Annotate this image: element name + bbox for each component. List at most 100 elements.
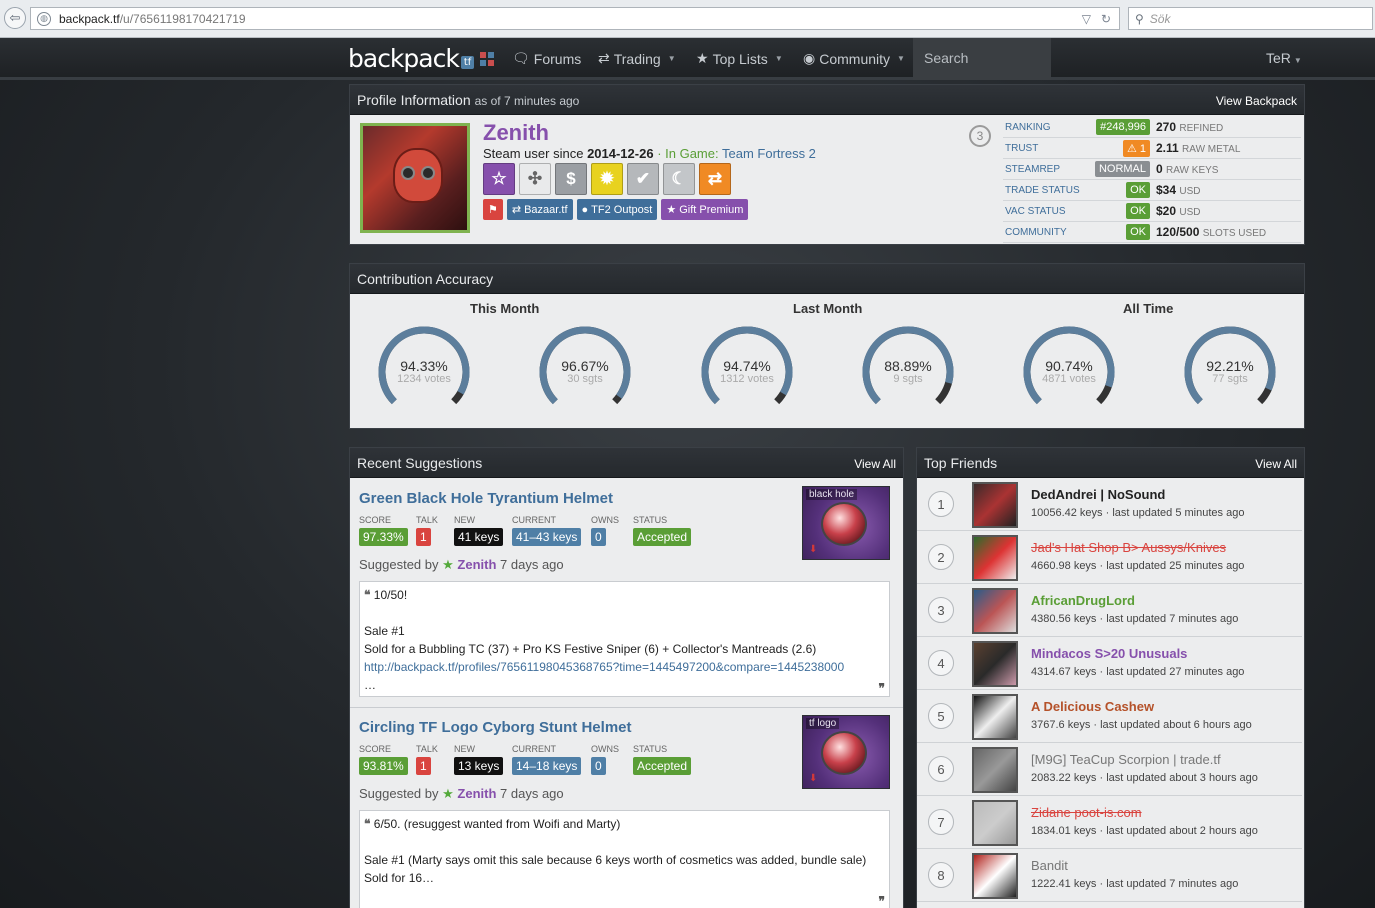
meta-value[interactable]: 14–18 keys (512, 757, 582, 775)
meta-value[interactable]: 41–43 keys (512, 528, 582, 546)
stat-badge[interactable]: NORMAL (1094, 161, 1150, 177)
stat-badge[interactable]: #248,996 (1096, 119, 1150, 135)
nav-forums[interactable]: 🗨 Forums (512, 50, 581, 67)
check-icon[interactable]: ✔ (627, 163, 659, 195)
item-thumbnail[interactable]: black hole ⬇ (802, 486, 890, 560)
stat-badge[interactable]: OK (1126, 182, 1150, 198)
comment-link[interactable]: http://backpack.tf/profiles/765611980453… (364, 660, 844, 674)
friend-name[interactable]: DedAndrei | NoSound (1031, 487, 1165, 502)
back-button[interactable]: ⇦ (4, 7, 26, 29)
nav-top-lists[interactable]: ★ Top Lists ▼ (696, 50, 783, 67)
friends-view-all[interactable]: View All (1255, 457, 1297, 477)
stat-row: Ranking #248,996 270 Refined (1003, 117, 1301, 138)
meta-header: Status (633, 744, 668, 754)
thumbnail-label: black hole (806, 489, 858, 500)
meta-value[interactable]: 93.81% (359, 757, 408, 775)
friend-row[interactable]: 7 Zidane poot-is.com 1834.01 keys · last u… (917, 796, 1302, 849)
friend-rank: 1 (928, 491, 954, 517)
friend-avatar[interactable] (972, 482, 1018, 528)
tag-0[interactable]: ⚑ (483, 199, 503, 220)
divider (350, 707, 903, 708)
suggested-by: Suggested by ★ Zenith 7 days ago (359, 786, 564, 801)
gauge-votes: 77 sgts (1212, 373, 1248, 385)
game-link[interactable]: Team Fortress 2 (722, 146, 816, 161)
nav-trading[interactable]: ⇄ Trading ▼ (598, 50, 676, 67)
user-menu[interactable]: TeR ▼ (1266, 50, 1302, 66)
meta-value[interactable]: 0 (591, 757, 606, 775)
meta-value[interactable]: 1 (416, 528, 431, 546)
crosshair-icon[interactable]: ✣ (519, 163, 551, 195)
address-bar[interactable]: ◍ backpack.tf/u/76561198170421719 ▽ ↻ (30, 7, 1120, 30)
meta-value[interactable]: 13 keys (454, 757, 504, 775)
moon-icon[interactable]: ☾ (663, 163, 695, 195)
suggestions-view-all[interactable]: View All (854, 457, 896, 477)
nav-community[interactable]: ◉ Community ▼ (803, 50, 905, 67)
tag-label: TF2 Outpost (591, 203, 653, 216)
friend-name[interactable]: A Delicious Cashew (1031, 699, 1154, 714)
friend-row[interactable]: 8 Bandit 1222.41 keys · last updated 7 min… (917, 849, 1302, 902)
meta-value[interactable]: 1 (416, 757, 431, 775)
stat-badge[interactable]: OK (1126, 203, 1150, 219)
meta-value[interactable]: 97.33% (359, 528, 408, 546)
exchange-icon: ⇄ (598, 50, 610, 66)
comment-line: Sold for 16… (364, 871, 435, 885)
friend-row[interactable]: 3 AfricanDrugLord 4380.56 keys · last upda… (917, 584, 1302, 637)
site-logo[interactable]: backpack tf (348, 44, 475, 73)
meta-value[interactable]: Accepted (633, 757, 692, 775)
item-thumbnail[interactable]: tf logo ⬇ (802, 715, 890, 789)
friend-avatar[interactable] (972, 588, 1018, 634)
apps-grid-icon[interactable] (480, 52, 494, 66)
friend-name[interactable]: Zidane poot-is.com (1031, 805, 1142, 820)
suggester-name[interactable]: Zenith (457, 786, 496, 801)
col-this-month: This Month (470, 301, 540, 316)
profile-name[interactable]: Zenith (483, 120, 549, 146)
friend-name[interactable]: Mindacos S>20 Unusuals (1031, 646, 1187, 661)
tag-3[interactable]: ★ Gift Premium (661, 199, 749, 220)
friend-avatar[interactable] (972, 535, 1018, 581)
stat-badge[interactable]: ⚠ 1 (1122, 139, 1150, 157)
friend-avatar[interactable] (972, 747, 1018, 793)
friend-avatar[interactable] (972, 800, 1018, 846)
friend-name[interactable]: Bandit (1031, 858, 1068, 873)
helmet-image (821, 731, 867, 775)
avatar[interactable] (360, 123, 470, 233)
view-backpack-link[interactable]: View Backpack (1216, 94, 1297, 114)
friend-keys: 4380.56 keys (1031, 613, 1097, 625)
dollar-icon[interactable]: $ (555, 163, 587, 195)
meta-value[interactable]: 41 keys (454, 528, 504, 546)
friend-name[interactable]: Jad's Hat Shop B> Aussys/Knives (1031, 540, 1226, 555)
exchange-icon[interactable]: ⇄ (699, 163, 731, 195)
friend-name[interactable]: [M9G] TeaCup Scorpion | trade.tf (1031, 752, 1221, 767)
friend-avatar[interactable] (972, 694, 1018, 740)
friend-rank: 5 (928, 703, 954, 729)
dropdown-icon[interactable]: ▽ (1082, 12, 1091, 26)
friend-avatar[interactable] (972, 641, 1018, 687)
panel-title: Profile Information (357, 92, 471, 108)
friend-name[interactable]: AfricanDrugLord (1031, 593, 1135, 608)
site-search-input[interactable]: Search (913, 38, 1051, 80)
suggester-name[interactable]: Zenith (457, 557, 496, 572)
friend-row[interactable]: 6 [M9G] TeaCup Scorpion | trade.tf 2083.22… (917, 743, 1302, 796)
star-outline-icon[interactable]: ☆ (483, 163, 515, 195)
tag-2[interactable]: ● TF2 Outpost (576, 199, 658, 220)
sun-icon[interactable]: ✹ (591, 163, 623, 195)
friend-avatar[interactable] (972, 853, 1018, 899)
friend-updated: last updated 7 minutes ago (1106, 613, 1239, 625)
friend-keys: 4314.67 keys (1031, 666, 1097, 678)
friend-row[interactable]: 2 Jad's Hat Shop B> Aussys/Knives 4660.98 … (917, 531, 1302, 584)
meta-talk: Talk 1 (416, 515, 454, 546)
meta-value[interactable]: Accepted (633, 528, 692, 546)
meta-current: Current 14–18 keys (512, 744, 591, 775)
friend-row[interactable]: 1 DedAndrei | NoSound 10056.42 keys · last… (917, 478, 1302, 531)
suggestion-title[interactable]: Circling TF Logo Cyborg Stunt Helmet (359, 719, 632, 736)
reload-icon[interactable]: ↻ (1101, 12, 1111, 26)
tag-1[interactable]: ⇄ Bazaar.tf (506, 199, 573, 220)
suggestion-title[interactable]: Green Black Hole Tyrantium Helmet (359, 490, 613, 507)
browser-search-input[interactable]: ⚲ Sök (1128, 7, 1373, 30)
meta-value[interactable]: 0 (591, 528, 606, 546)
meta-header: Owns (591, 515, 619, 525)
friend-row[interactable]: 4 Mindacos S>20 Unusuals 4314.67 keys · la… (917, 637, 1302, 690)
suggested-by: Suggested by ★ Zenith 7 days ago (359, 557, 564, 572)
stat-badge[interactable]: OK (1126, 224, 1150, 240)
friend-row[interactable]: 5 A Delicious Cashew 3767.6 keys · last up… (917, 690, 1302, 743)
